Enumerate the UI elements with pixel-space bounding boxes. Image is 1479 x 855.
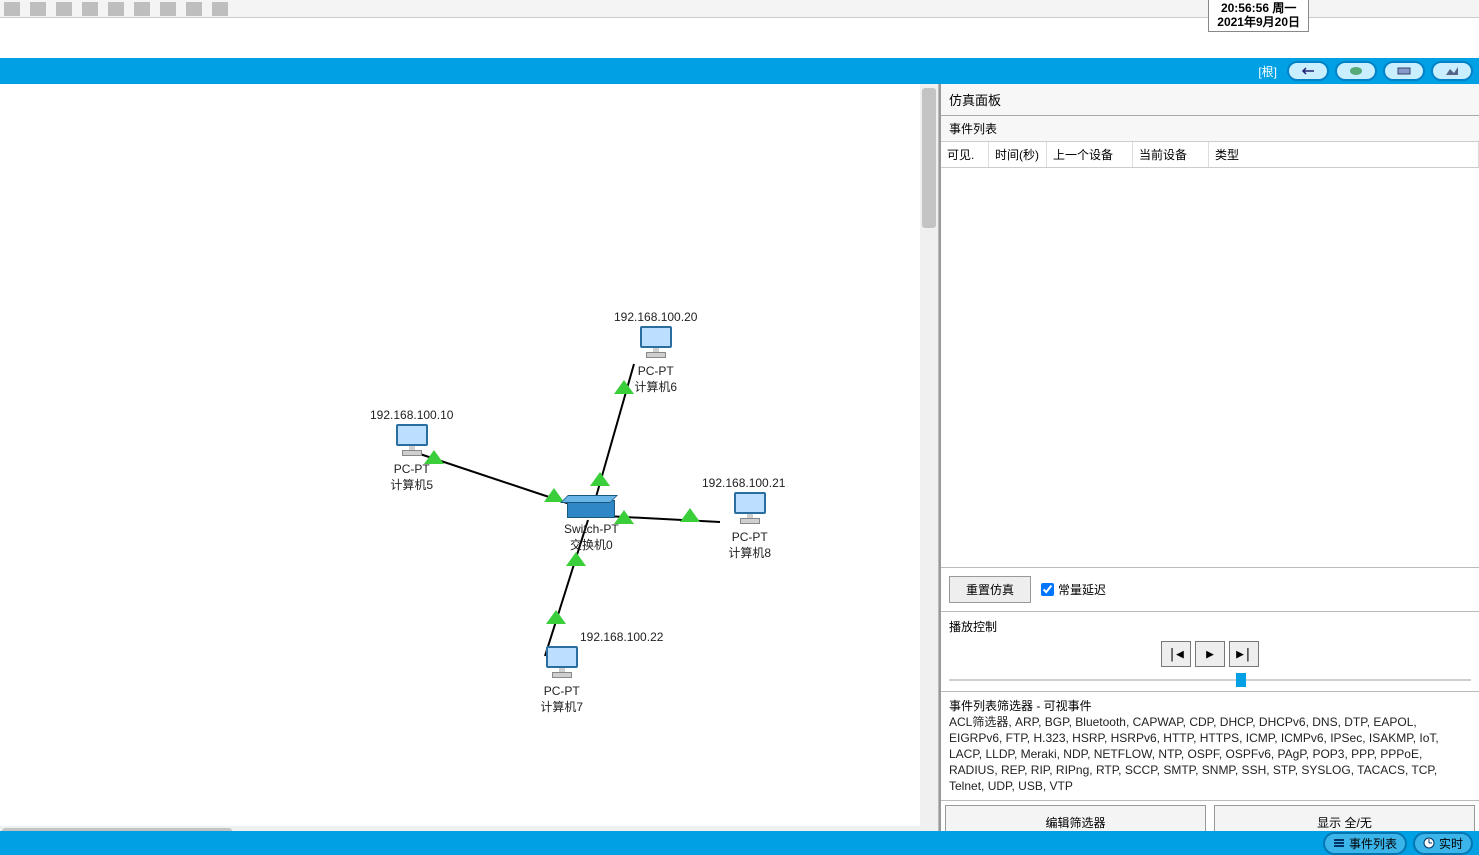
- filter-protocol-list: ACL筛选器, ARP, BGP, Bluetooth, CAPWAP, CDP…: [949, 714, 1471, 794]
- col-type[interactable]: 类型: [1209, 142, 1479, 167]
- filter-title: 事件列表筛选器 - 可视事件: [949, 698, 1471, 714]
- pc6-name: 计算机6: [614, 380, 697, 394]
- pc8-name: 计算机8: [708, 546, 791, 560]
- root-label: [根]: [1258, 63, 1277, 80]
- clipboard-icon[interactable]: [134, 2, 150, 16]
- switch-model: Switch-PT: [564, 522, 619, 536]
- constant-delay-checkbox[interactable]: 常量延迟: [1041, 581, 1106, 598]
- note-icon[interactable]: [108, 2, 124, 16]
- switch-icon: [567, 500, 615, 518]
- event-list-chip[interactable]: 事件列表: [1323, 832, 1407, 855]
- pc-icon: [636, 326, 676, 362]
- clock-box: 20:56:56 周一 2021年9月20日: [1208, 0, 1309, 32]
- pc5-name: 计算机5: [370, 478, 453, 492]
- col-last-device[interactable]: 上一个设备: [1047, 142, 1133, 167]
- zoom-in-icon[interactable]: [4, 2, 20, 16]
- col-visible[interactable]: 可见.: [941, 142, 989, 167]
- zoom-out-icon[interactable]: [56, 2, 72, 16]
- topology-links: [0, 84, 938, 844]
- constant-delay-input[interactable]: [1041, 583, 1054, 596]
- col-time[interactable]: 时间(秒): [989, 142, 1047, 167]
- step-forward-button[interactable]: ▶|: [1229, 641, 1259, 667]
- pc-icon: [542, 646, 582, 682]
- device-pc7[interactable]: 192.168.100.22 PC-PT 计算机7: [520, 630, 603, 714]
- pc8-ip: 192.168.100.21: [702, 476, 785, 490]
- switch-name: 交换机0: [564, 538, 619, 552]
- play-button[interactable]: ▶: [1195, 641, 1225, 667]
- event-list-label: 事件列表: [941, 116, 1479, 141]
- status-bar: 事件列表 实时: [0, 831, 1479, 855]
- pc7-name: 计算机7: [520, 700, 603, 714]
- simulation-panel: 仿真面板 事件列表 可见. 时间(秒) 上一个设备 当前设备 类型 重置仿真 常…: [939, 84, 1479, 844]
- pc7-model: PC-PT: [520, 684, 603, 698]
- event-list-header: 可见. 时间(秒) 上一个设备 当前设备 类型: [941, 141, 1479, 168]
- device-pc6[interactable]: 192.168.100.20 PC-PT 计算机6: [614, 310, 697, 394]
- pc5-ip: 192.168.100.10: [370, 408, 453, 422]
- workspace-vscroll[interactable]: [920, 84, 938, 844]
- logical-workspace[interactable]: 192.168.100.10 PC-PT 计算机5 192.168.100.20…: [0, 84, 939, 844]
- reset-simulation-button[interactable]: 重置仿真: [949, 576, 1031, 603]
- pc-icon: [730, 492, 770, 528]
- clock-icon: [1423, 837, 1435, 849]
- event-list-body: [941, 168, 1479, 567]
- step-back-button[interactable]: |◀: [1161, 641, 1191, 667]
- event-list-chip-label: 事件列表: [1349, 835, 1397, 852]
- nav-back-pill[interactable]: [1287, 61, 1329, 81]
- view-bar: [根]: [0, 58, 1479, 84]
- pc-icon: [392, 424, 432, 460]
- top-toolbar: 20:56:56 周一 2021年9月20日: [0, 0, 1479, 18]
- background-pill[interactable]: [1431, 61, 1473, 81]
- cloud-icon[interactable]: [212, 2, 228, 16]
- clock-time: 20:56:56 周一: [1217, 1, 1300, 15]
- col-at-device[interactable]: 当前设备: [1133, 142, 1209, 167]
- device-switch0[interactable]: Switch-PT 交换机0: [564, 500, 619, 552]
- cluster-pill[interactable]: [1335, 61, 1377, 81]
- list-icon: [1333, 837, 1345, 849]
- pc6-ip: 192.168.100.20: [614, 310, 697, 324]
- playback-label: 播放控制: [949, 618, 1471, 635]
- physical-pill[interactable]: [1383, 61, 1425, 81]
- playback-slider[interactable]: [949, 671, 1471, 689]
- device-pc8[interactable]: 192.168.100.21 PC-PT 计算机8: [708, 476, 791, 560]
- realtime-chip[interactable]: 实时: [1413, 832, 1473, 855]
- constant-delay-label: 常量延迟: [1058, 581, 1106, 598]
- sim-panel-title: 仿真面板: [941, 84, 1479, 116]
- server-icon[interactable]: [160, 2, 176, 16]
- pc7-ip: 192.168.100.22: [580, 630, 663, 644]
- draw-rect-icon[interactable]: [82, 2, 98, 16]
- pc8-model: PC-PT: [708, 530, 791, 544]
- zoom-reset-icon[interactable]: [30, 2, 46, 16]
- clock-date: 2021年9月20日: [1217, 15, 1300, 29]
- printer-icon[interactable]: [186, 2, 202, 16]
- realtime-chip-label: 实时: [1439, 835, 1463, 852]
- pc5-model: PC-PT: [370, 462, 453, 476]
- device-pc5[interactable]: 192.168.100.10 PC-PT 计算机5: [370, 408, 453, 492]
- pc6-model: PC-PT: [614, 364, 697, 378]
